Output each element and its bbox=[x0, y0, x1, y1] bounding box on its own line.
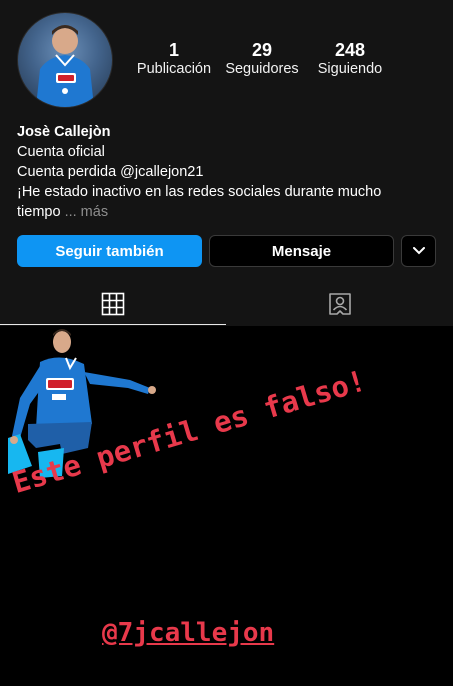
story-overlay-area: Este perfil es falso! @7jcallejon bbox=[0, 326, 453, 686]
bio-line: Cuenta oficial bbox=[17, 144, 105, 160]
followers-label: Seguidores bbox=[225, 61, 299, 77]
stat-following[interactable]: 248 Siguiendo bbox=[309, 40, 391, 78]
grid-icon bbox=[101, 292, 125, 315]
tab-posts-grid[interactable] bbox=[0, 283, 226, 325]
message-button[interactable]: Mensaje bbox=[209, 235, 394, 267]
profile-bio: Josè Callejòn Cuenta oficial Cuenta perd… bbox=[17, 122, 437, 222]
bio-line: Cuenta perdida @jcallejon21 bbox=[17, 164, 204, 180]
more-link[interactable]: ... más bbox=[65, 204, 109, 220]
profile-name: Josè Callejòn bbox=[17, 124, 111, 140]
suggested-dropdown-button[interactable] bbox=[401, 235, 436, 267]
tab-tagged[interactable] bbox=[227, 283, 453, 325]
follow-back-button[interactable]: Seguir también bbox=[17, 235, 202, 267]
followers-count: 29 bbox=[251, 40, 273, 60]
following-label: Siguiendo bbox=[317, 61, 383, 77]
posts-count: 1 bbox=[168, 40, 179, 60]
bio-line: ¡He estado inactivo en las redes sociale… bbox=[17, 184, 382, 200]
bio-line: tiempo bbox=[17, 204, 61, 220]
following-count: 248 bbox=[334, 40, 366, 60]
stat-posts[interactable]: 1 Publicación bbox=[133, 40, 215, 78]
chevron-down-icon bbox=[412, 247, 425, 255]
profile-avatar[interactable] bbox=[17, 12, 113, 108]
tagged-icon bbox=[329, 293, 351, 315]
posts-label: Publicación bbox=[136, 61, 212, 77]
bio-line-last: tiempo ... más bbox=[17, 202, 437, 222]
profile-header: 1 Publicación 29 Seguidores 248 Siguiend… bbox=[0, 0, 453, 326]
stat-followers[interactable]: 29 Seguidores bbox=[221, 40, 303, 78]
player-photo bbox=[36, 25, 94, 107]
real-account-mention[interactable]: @7jcallejon bbox=[102, 618, 274, 648]
